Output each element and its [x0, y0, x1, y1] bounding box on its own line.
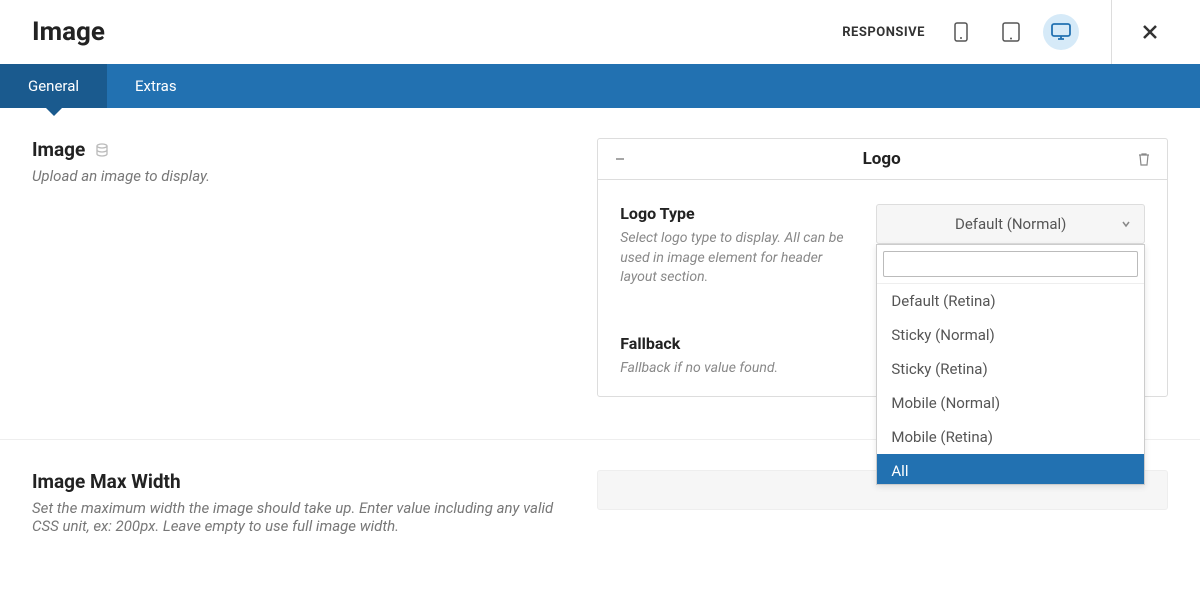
mobile-icon: [954, 22, 968, 42]
tab-extras[interactable]: Extras: [107, 64, 205, 108]
content-area: Image Upload an image to display. Logo: [0, 108, 1200, 535]
top-bar-left: Image: [32, 17, 105, 47]
field-left: Logo Type Select logo type to display. A…: [620, 204, 856, 288]
section-image: Image Upload an image to display. Logo: [32, 138, 1168, 397]
dropdown-option[interactable]: Sticky (Retina): [877, 352, 1144, 386]
tab-label: Extras: [135, 77, 177, 95]
tab-label: General: [28, 77, 79, 95]
section-title: Image: [32, 138, 85, 161]
field-left: Fallback Fallback if no value found.: [620, 334, 856, 379]
select-value: Default (Normal): [955, 215, 1066, 233]
section-description: Upload an image to display.: [32, 167, 577, 185]
dropdown-search-input[interactable]: [883, 251, 1138, 277]
field-description: Fallback if no value found.: [620, 359, 856, 379]
field-label: Logo Type: [620, 204, 856, 223]
device-tablet-button[interactable]: [993, 14, 1029, 50]
device-desktop-button[interactable]: [1043, 14, 1079, 50]
database-icon: [95, 143, 109, 157]
logo-panel: Logo Logo Type Select logo type to displ…: [597, 138, 1168, 397]
dropdown-option-selected[interactable]: All: [877, 454, 1144, 484]
dropdown-search-wrap: [877, 245, 1144, 284]
collapse-button[interactable]: [614, 153, 626, 165]
field-description: Select logo type to display. All can be …: [620, 229, 856, 288]
panel-title: Logo: [863, 149, 901, 169]
top-bar-right: RESPONSIVE: [842, 0, 1168, 64]
trash-icon: [1137, 152, 1151, 166]
field-logo-type: Logo Type Select logo type to display. A…: [620, 204, 1145, 288]
section-image-right: Logo Logo Type Select logo type to displ…: [597, 138, 1168, 397]
top-bar: Image RESPONSIVE: [0, 0, 1200, 64]
vertical-divider: [1111, 0, 1112, 64]
close-icon: [1142, 24, 1158, 40]
dropdown-list[interactable]: Default (Retina) Sticky (Normal) Sticky …: [877, 284, 1144, 484]
field-right: Default (Normal): [876, 204, 1145, 288]
desktop-icon: [1051, 23, 1071, 41]
section-left: Image Max Width Set the maximum width th…: [32, 470, 577, 535]
tablet-icon: [1002, 22, 1020, 42]
tab-general[interactable]: General: [0, 64, 107, 108]
dropdown-option[interactable]: Default (Retina): [877, 284, 1144, 318]
delete-button[interactable]: [1137, 152, 1151, 166]
logo-type-dropdown: Default (Retina) Sticky (Normal) Sticky …: [876, 244, 1145, 485]
field-label: Fallback: [620, 334, 856, 353]
device-mobile-button[interactable]: [943, 14, 979, 50]
minus-icon: [614, 153, 626, 165]
logo-panel-body: Logo Type Select logo type to display. A…: [598, 180, 1167, 396]
logo-type-select[interactable]: Default (Normal): [876, 204, 1145, 244]
section-title: Image Max Width: [32, 470, 181, 493]
logo-panel-header: Logo: [598, 139, 1167, 180]
responsive-label: RESPONSIVE: [842, 25, 925, 40]
dropdown-option[interactable]: Mobile (Retina): [877, 420, 1144, 454]
page-title: Image: [32, 17, 105, 47]
section-image-left: Image Upload an image to display.: [32, 138, 577, 397]
chevron-down-icon: [1120, 218, 1132, 230]
section-description: Set the maximum width the image should t…: [32, 499, 577, 535]
tabs-bar: General Extras: [0, 64, 1200, 108]
close-button[interactable]: [1132, 14, 1168, 50]
dropdown-option[interactable]: Mobile (Normal): [877, 386, 1144, 420]
dropdown-option[interactable]: Sticky (Normal): [877, 318, 1144, 352]
